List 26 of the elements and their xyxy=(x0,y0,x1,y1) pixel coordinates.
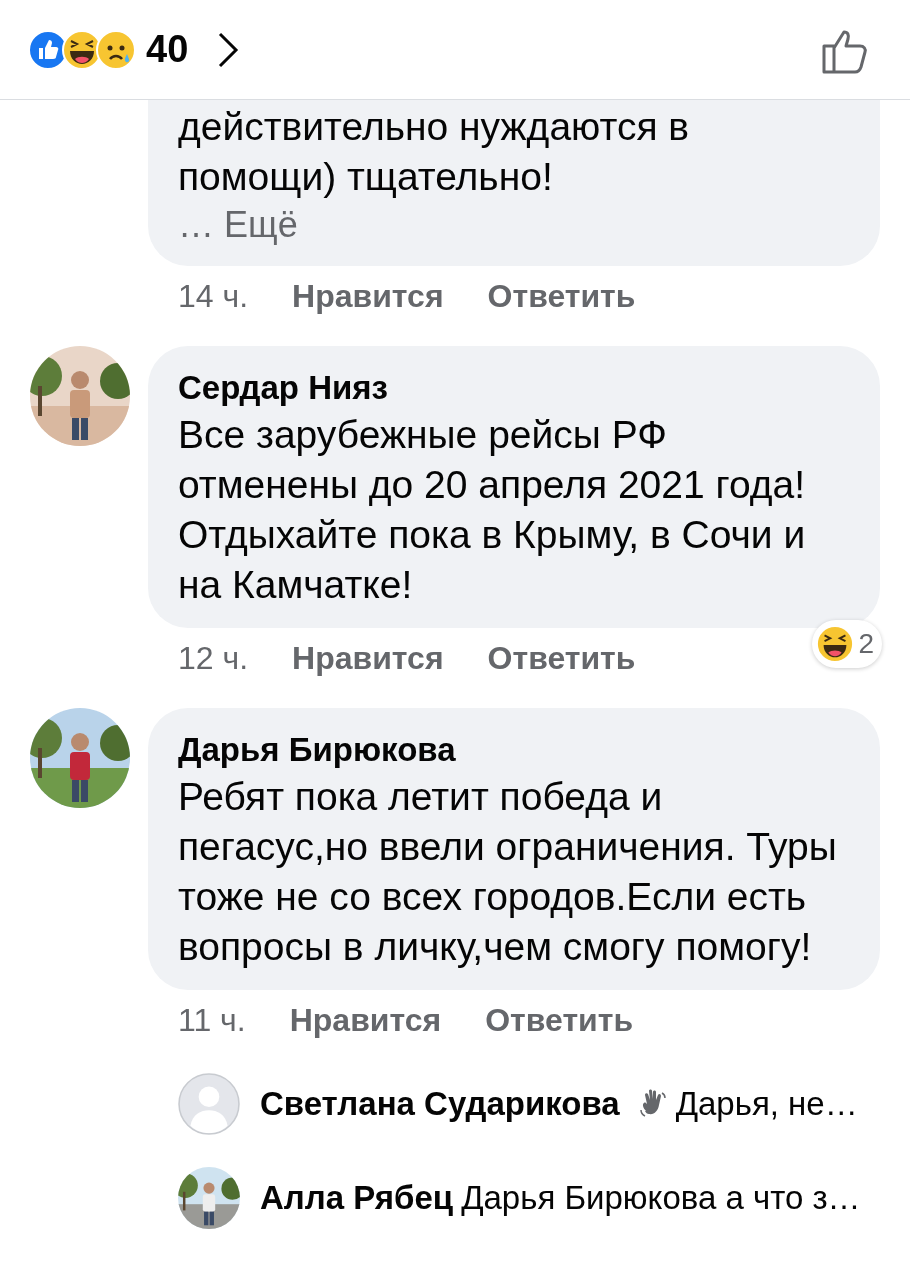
like-link[interactable]: Нравится xyxy=(292,272,444,320)
author-name[interactable]: Дарья Бирюкова xyxy=(178,728,850,772)
like-link[interactable]: Нравится xyxy=(289,996,442,1044)
see-more-link[interactable]: … Ещё xyxy=(178,202,850,248)
laughing-emoji-icon xyxy=(816,625,855,663)
comment-time: 12 ч. xyxy=(178,639,249,678)
comment-text: Все зарубежные рейсы РФ отменены до 20 апреля 2021 года! Отдыхайте пока в Крыму, в Сочи и на Камчатке! xyxy=(178,412,807,608)
reply-preview[interactable]: Дарья Бирюкова а что з… xyxy=(461,1173,861,1223)
like-link[interactable]: Нравится xyxy=(292,634,444,682)
reply-link[interactable]: Ответить xyxy=(487,634,636,682)
reaction-count[interactable]: 40 xyxy=(146,21,189,78)
reaction-count: 2 xyxy=(858,627,874,661)
reply-link[interactable]: Ответить xyxy=(487,272,636,320)
waving-hand-icon xyxy=(637,1089,668,1119)
reply-link[interactable]: Ответить xyxy=(485,996,634,1044)
author-name[interactable]: Сердар Нияз xyxy=(178,366,850,410)
reaction-badge[interactable]: 2 xyxy=(812,620,882,668)
sad-emoji-icon xyxy=(96,29,136,70)
reply-preview[interactable]: Дарья, не… xyxy=(675,1079,858,1129)
default-avatar-icon xyxy=(178,1073,240,1135)
comment-text: Ребят пока летит победа и пегасус,но ввели ограничения. Туры тоже не со всех городов.Если есть вопросы в личку,чем смогу помогу! xyxy=(178,774,838,970)
comment-text: действительно нуждаются в помощи) тщательно! xyxy=(178,104,691,200)
reply-author[interactable]: Светлана Сударикова xyxy=(260,1079,620,1129)
reply-author[interactable]: Алла Рябец xyxy=(260,1173,454,1223)
comment-time: 11 ч. xyxy=(178,1001,246,1040)
comment-time: 14 ч. xyxy=(178,277,249,316)
